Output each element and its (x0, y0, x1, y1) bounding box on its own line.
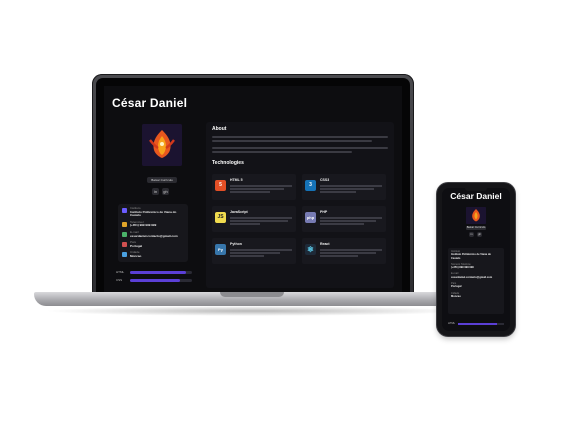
phone-icon (122, 221, 127, 227)
info-row-institute: Instituto Instituto Politécnico de Viana … (122, 206, 184, 218)
avatar (142, 124, 182, 166)
phoenix-logo (142, 124, 182, 166)
linkedin-icon[interactable]: in (469, 232, 474, 237)
phoenix-logo (466, 207, 486, 224)
laptop-hinge-notch (220, 292, 284, 297)
skill-label: HTML (448, 322, 456, 325)
linkedin-icon[interactable]: in (152, 188, 159, 195)
about-heading: About (212, 126, 227, 132)
skill-fill (130, 271, 186, 274)
contact-info-card: Instituto Instituto Politécnico de Viana … (448, 248, 504, 314)
social-links: in gh (152, 188, 169, 195)
info-row-country: País Portugal (122, 241, 184, 248)
info-row-city: Cidade Moncao (122, 251, 184, 258)
skill-track (130, 279, 192, 282)
about-text-line (212, 136, 388, 138)
mail-icon (122, 231, 127, 237)
technologies-heading: Technologies (212, 160, 244, 166)
about-text-line (212, 147, 388, 149)
github-icon[interactable]: gh (477, 232, 482, 237)
skill-label: HTML (116, 270, 125, 274)
skill-fill (130, 279, 180, 282)
location-icon (122, 252, 127, 258)
github-icon[interactable]: gh (162, 188, 169, 195)
tech-card-html[interactable]: 5 HTML 5 (212, 174, 296, 200)
profile-panel: Baixar Currículo in gh Instituto Institut… (112, 122, 200, 288)
phone-site-title: César Daniel (450, 191, 502, 201)
tech-card-css[interactable]: 3 CSS3 (302, 174, 386, 200)
site-title: César Daniel (112, 96, 188, 110)
info-row-phone: Telemóvel (+351) 999 999 999 (122, 220, 184, 228)
skill-track (130, 271, 192, 274)
about-text-line (212, 151, 352, 153)
javascript-icon: JS (215, 212, 226, 223)
laptop-screen: César Daniel Baixar Currículo in gh Inst… (104, 86, 402, 292)
skill-track (458, 323, 504, 325)
css3-icon: 3 (305, 180, 316, 191)
tech-card-php[interactable]: php PHP (302, 206, 386, 232)
skill-label: CSS (116, 278, 123, 282)
info-row-country: País Portugal (451, 282, 462, 289)
skill-fill (458, 323, 498, 325)
html5-icon: 5 (215, 180, 226, 191)
content-panel: About Technologies 5 HTML 5 3 CSS3 JS Ja… (206, 122, 394, 288)
flag-icon (122, 242, 127, 248)
avatar (466, 207, 486, 224)
phone-notch (465, 187, 487, 191)
about-text-line (212, 140, 372, 142)
info-row-email: E-mail cesardaniel.contacto@gmail.com (122, 230, 184, 238)
skill-bar: HTML (448, 322, 504, 326)
php-icon: php (305, 212, 316, 223)
info-row-institute: Instituto Instituto Politécnico de Viana … (451, 250, 492, 260)
download-cv-button[interactable]: Baixar Currículo (466, 226, 486, 230)
skill-bar: CSS (116, 278, 196, 284)
building-icon (122, 208, 127, 213)
tech-card-react[interactable]: ⚛ React (302, 238, 386, 264)
python-icon: Py (215, 244, 226, 255)
phone-screen: César Daniel Baixar Currículo in gh Inst… (442, 188, 510, 331)
tech-card-javascript[interactable]: JS JavaScript (212, 206, 296, 232)
info-row-email: E-mail cesardaniel.contacto@gmail.com (451, 272, 493, 279)
social-links: in gh (469, 232, 482, 237)
contact-info-card: Instituto Instituto Politécnico de Viana … (118, 204, 188, 262)
react-icon: ⚛ (305, 244, 316, 255)
tech-card-python[interactable]: Py Python (212, 238, 296, 264)
download-cv-button[interactable]: Baixar Currículo (147, 177, 177, 183)
laptop-shadow (44, 306, 464, 316)
info-row-city: Cidade Moncao (451, 291, 461, 298)
skill-bar: HTML (116, 270, 196, 276)
info-row-phone: Número Telefone (+351) 999 999 999 (451, 262, 474, 270)
